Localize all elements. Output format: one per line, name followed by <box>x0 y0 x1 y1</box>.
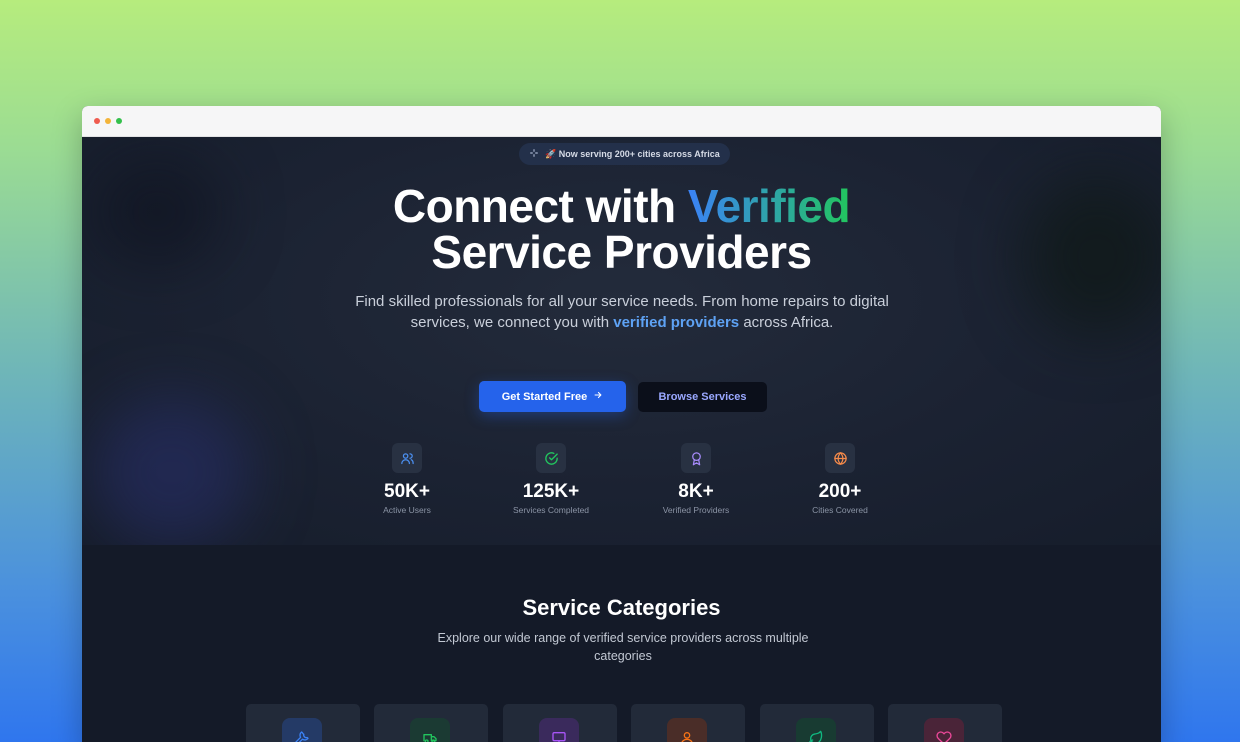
get-started-label: Get Started Free <box>501 390 588 403</box>
stat-value: 200+ <box>818 481 862 502</box>
stat-label: Verified Providers <box>662 505 730 515</box>
globe-icon <box>825 443 855 473</box>
minimize-dot[interactable] <box>105 118 111 124</box>
wrench-icon <box>282 718 322 742</box>
hero-subtitle-part2: across Africa. <box>743 314 834 331</box>
arrow-right-icon <box>593 390 603 403</box>
announcement-text: 🚀 Now serving 200+ cities across Africa <box>545 148 720 159</box>
browse-services-button[interactable]: Browse Services <box>638 382 767 412</box>
category-card[interactable] <box>888 704 1002 742</box>
stat-active-users: 50K+ Active Users <box>342 443 472 515</box>
category-card[interactable] <box>503 704 617 742</box>
stat-services-completed: 125K+ Services Completed <box>486 443 616 515</box>
leaf-icon <box>796 718 836 742</box>
hero-title-highlight: Verified <box>687 180 851 232</box>
hero-title-part1: Connect with <box>392 180 676 232</box>
category-card[interactable] <box>760 704 874 742</box>
hero-subtitle: Find skilled professionals for all your … <box>342 291 902 333</box>
hero-glow <box>92 397 252 545</box>
stat-value: 8K+ <box>678 481 714 502</box>
hero-section: 🚀 Now serving 200+ cities across Africa … <box>82 137 1161 545</box>
hero-subtitle-highlight: verified providers <box>613 314 740 331</box>
check-circle-icon <box>536 443 566 473</box>
announcement-badge: 🚀 Now serving 200+ cities across Africa <box>519 143 730 165</box>
stat-label: Active Users <box>383 505 431 515</box>
browser-window: 🚀 Now serving 200+ cities across Africa … <box>82 106 1161 742</box>
stat-cities-covered: 200+ Cities Covered <box>775 443 905 515</box>
category-card[interactable] <box>246 704 360 742</box>
stat-label: Services Completed <box>512 505 590 515</box>
monitor-icon <box>539 718 579 742</box>
heart-icon <box>924 718 964 742</box>
user-icon <box>667 718 707 742</box>
sparkles-icon <box>529 148 539 160</box>
users-icon <box>392 443 422 473</box>
truck-icon <box>410 718 450 742</box>
stat-verified-providers: 8K+ Verified Providers <box>631 443 761 515</box>
category-card[interactable] <box>374 704 488 742</box>
section-title: Service Categories <box>522 595 721 620</box>
service-categories-section: Service Categories Explore our wide rang… <box>82 545 1161 742</box>
award-icon <box>681 443 711 473</box>
hero-title: Connect with Verified Service Providers <box>82 183 1161 275</box>
stat-value: 50K+ <box>384 481 430 502</box>
hero-title-part2: Service Providers <box>431 226 812 278</box>
stat-label: Cities Covered <box>812 505 868 515</box>
maximize-dot[interactable] <box>116 118 122 124</box>
browse-services-label: Browse Services <box>658 391 747 403</box>
window-titlebar <box>82 106 1161 137</box>
close-dot[interactable] <box>94 118 100 124</box>
get-started-button[interactable]: Get Started Free <box>479 381 626 412</box>
category-card[interactable] <box>631 704 745 742</box>
section-subtitle: Explore our wide range of verified servi… <box>437 631 809 663</box>
stat-value: 125K+ <box>522 481 580 502</box>
